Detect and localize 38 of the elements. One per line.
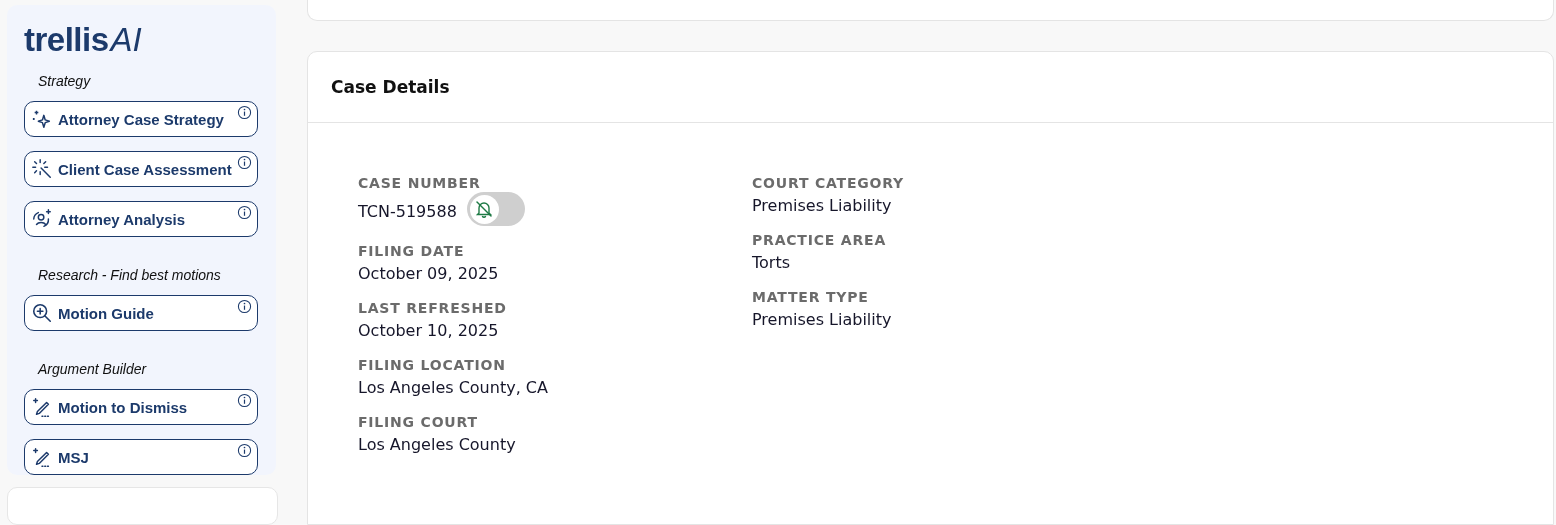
field-value: Premises Liability <box>752 196 892 215</box>
logo-text: trellis <box>24 23 109 57</box>
field-label: PRACTICE AREA <box>752 232 887 248</box>
info-icon <box>237 155 252 170</box>
field-label: CASE NUMBER <box>358 175 481 191</box>
card-title: Case Details <box>331 77 450 97</box>
field-label: FILING DATE <box>358 243 465 259</box>
info-icon <box>237 299 252 314</box>
sparkle-icon <box>31 108 53 130</box>
field-value: Torts <box>752 253 791 272</box>
field-label: LAST REFRESHED <box>358 300 507 316</box>
tool-button[interactable]: Motion Guide <box>24 295 258 331</box>
field-value: October 09, 2025 <box>358 264 499 283</box>
field-value: October 10, 2025 <box>358 321 499 340</box>
notification-toggle[interactable] <box>466 192 525 226</box>
section-heading: Argument Builder <box>38 361 147 377</box>
section-heading: Research - Find best motions <box>38 267 221 283</box>
person-sparkle-icon <box>31 208 53 230</box>
tool-button[interactable]: Attorney Analysis <box>24 201 258 237</box>
tool-button[interactable]: MSJ <box>24 439 258 475</box>
field-label: FILING LOCATION <box>358 357 506 373</box>
tool-button[interactable]: Motion to Dismiss <box>24 389 258 425</box>
field-label: MATTER TYPE <box>752 289 869 305</box>
field-value: Los Angeles County <box>358 435 516 454</box>
section-heading: Strategy <box>38 73 91 89</box>
zoom-in-icon <box>31 302 53 324</box>
magic-wand-icon <box>31 158 53 180</box>
info-icon <box>237 443 252 458</box>
info-icon <box>237 393 252 408</box>
tool-button[interactable]: Client Case Assessment <box>24 151 258 187</box>
field-value: Premises Liability <box>752 310 892 329</box>
field-label: FILING COURT <box>358 414 478 430</box>
info-icon <box>237 205 252 220</box>
field-value: Los Angeles County, CA <box>358 378 548 397</box>
tool-button[interactable]: Attorney Case Strategy <box>24 101 258 137</box>
field-value: TCN-519588 <box>358 201 457 221</box>
field-label: COURT CATEGORY <box>752 175 904 191</box>
info-icon <box>237 105 252 120</box>
